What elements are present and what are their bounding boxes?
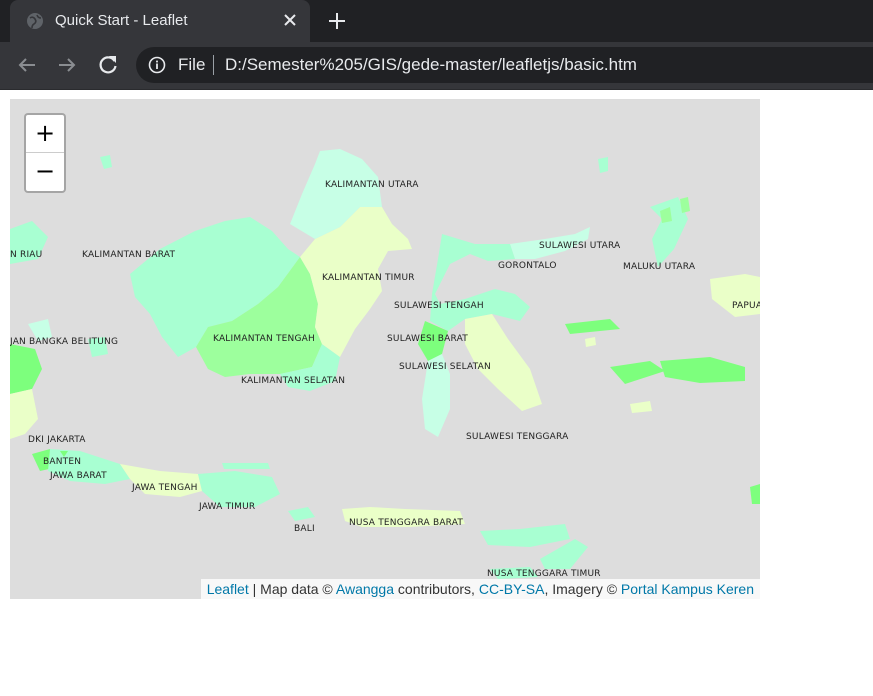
tab-active[interactable]: Quick Start - Leaflet [10,0,310,42]
plus-icon[interactable] [326,10,348,32]
label-kalimantan-tengah: KALIMANTAN TENGAH [213,334,315,344]
label-bangka-belitung: JAN BANGKA BELITUNG [10,337,118,347]
region-bali [288,507,315,521]
label-sulawesi-tenggara: SULAWESI TENGGARA [466,432,569,442]
label-kalimantan-utara: KALIMANTAN UTARA [325,180,419,190]
label-jawa-barat: JAWA BARAT [49,471,107,481]
label-sulawesi-tengah: SULAWESI TENGAH [394,301,484,311]
attribution-bar: Leaflet | Map data © Awangga contributor… [200,579,760,599]
browser-toolbar: File D:/Semester%205/GIS/gede-master/lea… [0,42,873,90]
region-maluku [565,319,745,384]
url-text[interactable]: D:/Semester%205/GIS/gede-master/leafletj… [225,55,637,75]
region-small-island [100,155,112,169]
zoom-out-button[interactable]: − [26,153,64,190]
label-ntt: NUSA TENGGARA TIMUR [487,569,601,579]
tab-title: Quick Start - Leaflet [55,12,188,29]
map-tiles[interactable]: KALIMANTAN UTARA N RIAU KALIMANTAN BARAT… [10,99,760,599]
label-bali: BALI [294,524,315,534]
label-ntb: NUSA TENGGARA BARAT [349,518,463,528]
region-gorontalo [470,244,515,261]
zoom-control: + − [24,113,66,193]
info-icon[interactable] [148,56,166,74]
arrow-right-icon[interactable] [55,53,79,77]
label-kalimantan-selatan: KALIMANTAN SELATAN [241,376,345,386]
region-papua-small [750,484,760,504]
label-jawa-timur: JAWA TIMUR [198,502,255,512]
divider [213,55,214,75]
zoom-in-button[interactable]: + [26,115,64,153]
label-gorontalo: GORONTALO [498,261,557,271]
label-sulawesi-utara: SULAWESI UTARA [539,241,621,251]
imagery-link[interactable]: Portal Kampus Keren [621,581,754,597]
tab-strip: Quick Start - Leaflet [0,0,873,42]
close-icon[interactable] [280,10,300,30]
label-sulawesi-selatan: SULAWESI SELATAN [399,362,491,372]
attribution-text-1: | Map data © [248,581,336,597]
label-dki-jakarta: DKI JAKARTA [28,435,86,445]
map-container[interactable]: KALIMANTAN UTARA N RIAU KALIMANTAN BARAT… [10,99,760,599]
address-bar[interactable]: File D:/Semester%205/GIS/gede-master/lea… [136,47,873,83]
region-sumatra-lampung [10,389,38,439]
label-kalimantan-timur: KALIMANTAN TIMUR [322,273,415,283]
label-kalimantan-barat: KALIMANTAN BARAT [82,250,175,260]
region-sumatra-south [10,344,42,394]
label-banten: BANTEN [43,457,81,467]
attribution-text-3: , Imagery © [544,581,621,597]
license-link[interactable]: CC-BY-SA [479,581,545,597]
label-jawa-tengah: JAWA TENGAH [131,483,198,493]
scheme-label: File [178,55,206,74]
awangga-link[interactable]: Awangga [336,581,394,597]
label-sulawesi-barat: SULAWESI BARAT [387,334,468,344]
region-madura [222,463,270,469]
reload-icon[interactable] [96,53,120,77]
attribution-text-2: contributors, [394,581,479,597]
label-maluku-utara: MALUKU UTARA [623,262,696,272]
label-riau: N RIAU [10,250,42,260]
arrow-left-icon[interactable] [15,53,39,77]
leaflet-link[interactable]: Leaflet [207,581,249,597]
label-papua: PAPUA [732,301,760,311]
globe-icon [27,13,43,29]
sulawesi-island [418,227,590,437]
